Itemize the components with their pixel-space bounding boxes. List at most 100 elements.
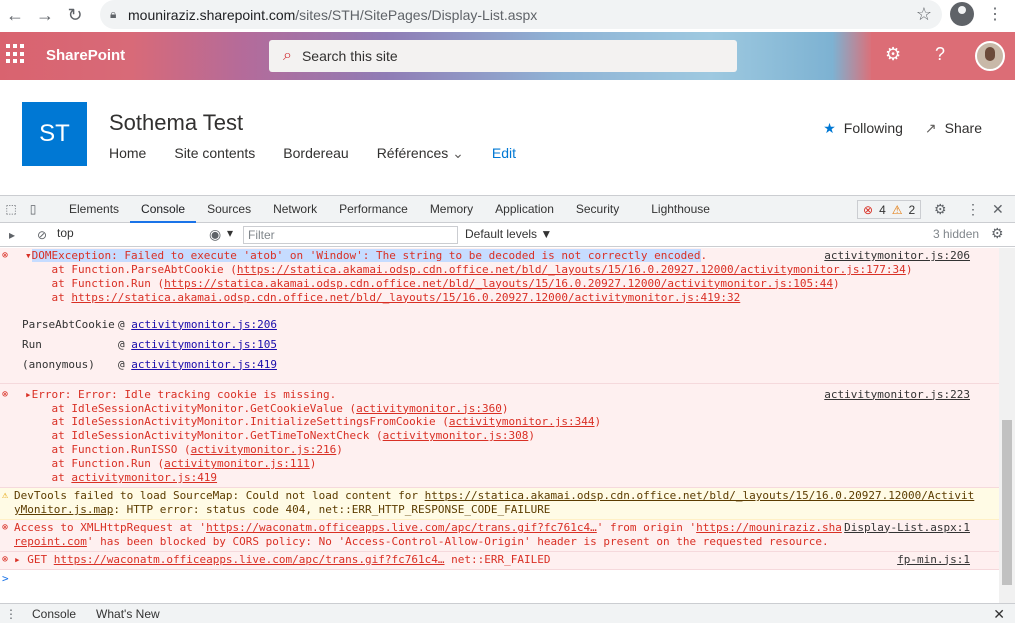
sidebar-toggle-icon[interactable]: ▸: [0, 228, 24, 242]
message-line: ▸ GET https://waconatm.officeapps.live.c…: [14, 553, 999, 567]
stack-link[interactable]: activitymonitor.js:308: [383, 429, 529, 442]
search-icon: ⌕: [283, 47, 292, 64]
console-error-message: ⊗ activitymonitor.js:206 ▾DOMException: …: [0, 248, 999, 384]
nav-edit[interactable]: Edit: [492, 145, 516, 162]
console-settings-icon[interactable]: ⚙: [991, 225, 1004, 242]
address-bar[interactable]: 🔒︎ mouniraziz.sharepoint.com/sites/STH/S…: [100, 0, 942, 29]
site-search-box[interactable]: ⌕ Search this site: [269, 40, 737, 72]
bookmark-star-icon[interactable]: ☆: [916, 4, 932, 25]
stack-function: Run: [22, 337, 42, 351]
browser-profile-icon[interactable]: [950, 2, 974, 26]
stack-link[interactable]: activitymonitor.js:111: [164, 457, 310, 470]
stack-link[interactable]: activitymonitor.js:419: [71, 471, 217, 484]
stack-text: ): [832, 276, 840, 290]
stack-link[interactable]: https://statica.akamai.odsp.cdn.office.n…: [71, 291, 740, 304]
nav-site-contents[interactable]: Site contents: [174, 145, 255, 162]
drawer-tab-console[interactable]: Console: [22, 607, 86, 621]
call-stack-row: (anonymous) @ activitymonitor.js:419: [22, 355, 999, 375]
tab-elements[interactable]: Elements: [58, 196, 130, 223]
stack-text: at: [25, 471, 72, 485]
tab-application[interactable]: Application: [484, 196, 565, 223]
stack-link[interactable]: activitymonitor.js:360: [356, 402, 502, 415]
share-button[interactable]: ↗ Share: [925, 120, 982, 137]
sharepoint-suite-bar: SharePoint ⌕ Search this site ⚙ ?: [0, 32, 1015, 80]
live-expression-eye-icon[interactable]: ◉: [209, 226, 221, 243]
console-prompt[interactable]: >: [0, 570, 999, 590]
reload-icon[interactable]: ↻: [60, 0, 90, 30]
devtools-panel: ⬚ ▯ Elements Console Sources Network Per…: [0, 195, 1015, 623]
browser-menu-icon[interactable]: ⋮: [985, 4, 1005, 24]
devtools-menu-icon[interactable]: ⋮: [966, 201, 980, 218]
message-source-link[interactable]: Display-List.aspx:1: [844, 521, 970, 534]
expand-arrow-icon[interactable]: ▸: [14, 553, 27, 566]
nav-bordereau[interactable]: Bordereau: [283, 145, 348, 162]
sourcemap-link[interactable]: https://statica.akamai.odsp.cdn.office.n…: [425, 489, 975, 502]
sharepoint-brand[interactable]: SharePoint: [46, 47, 125, 64]
tab-lighthouse[interactable]: Lighthouse: [630, 196, 721, 223]
device-toolbar-icon[interactable]: ▯: [22, 202, 44, 216]
stack-link[interactable]: activitymonitor.js:216: [191, 443, 337, 456]
stack-line: at IdleSessionActivityMonitor.GetTimeToN…: [25, 429, 999, 443]
site-logo[interactable]: ST: [22, 102, 87, 166]
help-icon[interactable]: ?: [935, 44, 945, 65]
hidden-count: 3 hidden: [933, 227, 980, 241]
drawer-close-icon[interactable]: ✕: [993, 606, 1005, 623]
expand-arrow-icon[interactable]: ▸: [25, 388, 32, 401]
context-selector[interactable]: top ▾: [57, 226, 233, 240]
devtools-settings-icon[interactable]: ⚙: [934, 201, 947, 218]
message-text: Error: Error: Idle tracking cookie is mi…: [31, 387, 337, 401]
tab-security[interactable]: Security: [565, 196, 630, 223]
stack-at: @: [118, 357, 132, 371]
tab-console[interactable]: Console: [130, 196, 197, 223]
request-link[interactable]: https://waconatm.officeapps.live.com/apc…: [54, 553, 445, 566]
console-scrollbar[interactable]: [999, 248, 1015, 603]
stack-text: ): [594, 415, 602, 429]
expand-arrow-icon[interactable]: ▾: [25, 249, 32, 262]
error-count: 4: [879, 202, 886, 217]
stack-text: at: [25, 290, 72, 304]
nav-home[interactable]: Home: [109, 145, 146, 162]
stack-link[interactable]: activitymonitor.js:344: [449, 415, 595, 428]
forward-icon[interactable]: →: [30, 0, 60, 30]
tab-sources[interactable]: Sources: [196, 196, 262, 223]
devtools-close-icon[interactable]: ✕: [992, 201, 1004, 218]
tab-memory[interactable]: Memory: [419, 196, 484, 223]
stack-text: at Function.Run (: [25, 457, 165, 471]
drawer-tab-whats-new[interactable]: What's New: [86, 607, 170, 621]
console-filter-input[interactable]: Filter: [243, 226, 458, 244]
site-title[interactable]: Sothema Test: [109, 110, 243, 136]
stack-link[interactable]: activitymonitor.js:105: [131, 338, 277, 351]
devtools-tab-bar: ⬚ ▯ Elements Console Sources Network Per…: [0, 196, 1015, 223]
sourcemap-link[interactable]: yMonitor.js.map: [14, 503, 113, 516]
origin-link[interactable]: https://mouniraziz.sha: [696, 521, 842, 534]
stack-link[interactable]: https://statica.akamai.odsp.cdn.office.n…: [164, 277, 833, 290]
scrollbar-thumb[interactable]: [1002, 420, 1012, 585]
context-value: top: [57, 226, 74, 240]
inspect-element-icon[interactable]: ⬚: [0, 202, 22, 216]
message-source-link[interactable]: activitymonitor.js:206: [824, 249, 970, 262]
nav-references[interactable]: Références ⌄: [377, 145, 464, 162]
message-source-link[interactable]: activitymonitor.js:223: [824, 388, 970, 401]
request-link[interactable]: https://waconatm.officeapps.live.com/apc…: [206, 521, 597, 534]
settings-gear-icon[interactable]: ⚙: [885, 44, 901, 65]
user-avatar[interactable]: [975, 41, 1005, 71]
message-source-link[interactable]: fp-min.js:1: [897, 553, 970, 566]
stack-line: at IdleSessionActivityMonitor.GetCookieV…: [25, 402, 999, 416]
log-levels-dropdown[interactable]: Default levels ▼: [465, 227, 552, 241]
stack-link[interactable]: https://statica.akamai.odsp.cdn.office.n…: [237, 263, 906, 276]
clear-console-icon[interactable]: ⊘: [30, 228, 54, 242]
tab-network[interactable]: Network: [262, 196, 328, 223]
drawer-menu-icon[interactable]: ⋮: [0, 607, 22, 621]
issue-counter[interactable]: ⊗ 4 ⚠ 2: [857, 200, 922, 219]
following-button[interactable]: ★ Following: [823, 120, 903, 137]
message-line: DevTools failed to load SourceMap: Could…: [14, 489, 999, 503]
app-launcher-icon[interactable]: [6, 44, 26, 64]
stack-link[interactable]: activitymonitor.js:206: [131, 318, 277, 331]
search-placeholder: Search this site: [301, 48, 398, 64]
back-icon[interactable]: ←: [0, 0, 30, 30]
warning-count: 2: [908, 202, 916, 217]
stack-link[interactable]: activitymonitor.js:419: [131, 358, 277, 371]
origin-link[interactable]: repoint.com: [14, 535, 87, 548]
stack-text: ): [501, 401, 509, 415]
tab-performance[interactable]: Performance: [328, 196, 419, 223]
